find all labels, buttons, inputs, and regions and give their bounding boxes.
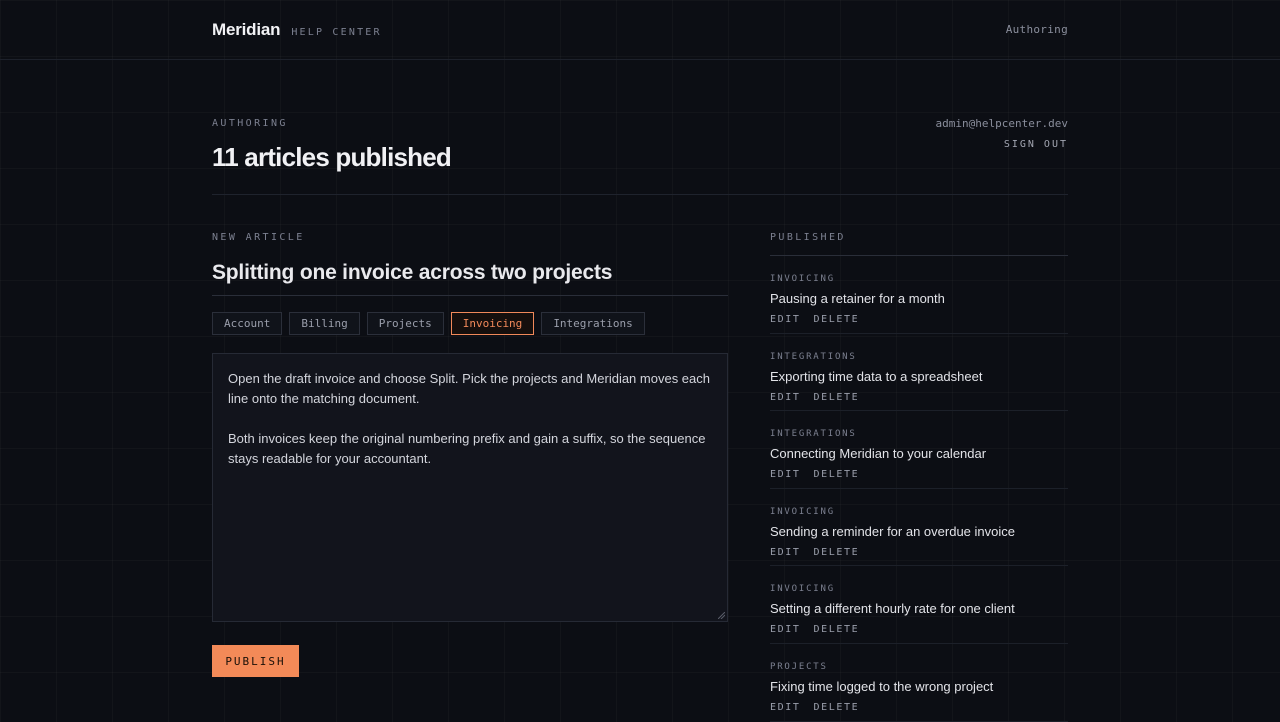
- body-paragraph: Both invoices keep the original numberin…: [228, 431, 706, 466]
- article-actions: EDIT DELETE: [770, 392, 1068, 403]
- article-category: INVOICING: [770, 506, 835, 517]
- list-item: PROJECTS Fixing time logged to the wrong…: [770, 644, 1068, 722]
- article-category: INVOICING: [770, 274, 835, 284]
- published-eyebrow: PUBLISHED: [770, 232, 846, 243]
- article-actions: EDIT DELETE: [770, 702, 1068, 713]
- resize-handle-icon[interactable]: [718, 612, 725, 619]
- published-list: INVOICING Pausing a retainer for a month…: [770, 256, 1068, 722]
- edit-button[interactable]: EDIT: [770, 314, 800, 325]
- brand-logo[interactable]: Meridian: [212, 20, 281, 40]
- article-actions: EDIT DELETE: [770, 469, 1068, 480]
- category-billing[interactable]: Billing: [289, 312, 360, 335]
- article-title[interactable]: Connecting Meridian to your calendar: [770, 446, 1068, 464]
- article-category: INVOICING: [770, 584, 835, 595]
- category-selector: Account Billing Projects Invoicing Integ…: [212, 312, 645, 335]
- article-title[interactable]: Pausing a retainer for a month: [770, 291, 1068, 309]
- article-title-input[interactable]: Splitting one invoice across two project…: [212, 258, 728, 296]
- edit-button[interactable]: EDIT: [770, 547, 800, 558]
- page-eyebrow: AUTHORING: [212, 118, 288, 129]
- list-item: INVOICING Setting a different hourly rat…: [770, 566, 1068, 644]
- category-integrations[interactable]: Integrations: [541, 312, 645, 335]
- article-category: INTEGRATIONS: [770, 429, 857, 440]
- article-category: PROJECTS: [770, 661, 828, 672]
- edit-button[interactable]: EDIT: [770, 702, 800, 713]
- delete-button[interactable]: DELETE: [813, 469, 859, 480]
- top-bar: Meridian HELP CENTER Authoring: [0, 0, 1280, 60]
- delete-button[interactable]: DELETE: [813, 624, 859, 635]
- edit-button[interactable]: EDIT: [770, 624, 800, 635]
- article-actions: EDIT DELETE: [770, 547, 1068, 558]
- article-actions: EDIT DELETE: [770, 314, 1068, 325]
- sign-out-link[interactable]: SIGN OUT: [1004, 139, 1068, 150]
- delete-button[interactable]: DELETE: [813, 392, 859, 403]
- article-title[interactable]: Fixing time logged to the wrong project: [770, 679, 1068, 697]
- article-title[interactable]: Setting a different hourly rate for one …: [770, 601, 1068, 619]
- page-title: 11 articles published: [212, 142, 452, 172]
- new-article-eyebrow: NEW ARTICLE: [212, 232, 305, 243]
- edit-button[interactable]: EDIT: [770, 392, 800, 403]
- brand[interactable]: Meridian HELP CENTER: [212, 20, 382, 40]
- category-account[interactable]: Account: [212, 312, 283, 335]
- brand-subtitle: HELP CENTER: [291, 27, 382, 38]
- edit-button[interactable]: EDIT: [770, 469, 800, 480]
- list-item: INVOICING Sending a reminder for an over…: [770, 489, 1068, 567]
- article-actions: EDIT DELETE: [770, 624, 1068, 635]
- article-category: INTEGRATIONS: [770, 351, 857, 362]
- article-title[interactable]: Sending a reminder for an overdue invoic…: [770, 524, 1068, 542]
- delete-button[interactable]: DELETE: [813, 702, 859, 713]
- category-invoicing[interactable]: Invoicing: [450, 312, 535, 335]
- category-projects[interactable]: Projects: [366, 312, 444, 335]
- article-title[interactable]: Exporting time data to a spreadsheet: [770, 369, 1068, 387]
- list-item: INTEGRATIONS Exporting time data to a sp…: [770, 334, 1068, 412]
- article-body-editor[interactable]: Open the draft invoice and choose Split.…: [212, 353, 728, 622]
- account-email: admin@helpcenter.dev: [935, 117, 1068, 130]
- list-item: INTEGRATIONS Connecting Meridian to your…: [770, 411, 1068, 489]
- delete-button[interactable]: DELETE: [813, 314, 859, 325]
- header-divider: [212, 194, 1068, 195]
- publish-button[interactable]: PUBLISH: [212, 645, 299, 677]
- list-item: INVOICING Pausing a retainer for a month…: [770, 256, 1068, 334]
- nav-authoring-link[interactable]: Authoring: [1006, 23, 1068, 36]
- delete-button[interactable]: DELETE: [813, 547, 859, 558]
- body-paragraph: Open the draft invoice and choose Split.…: [228, 371, 710, 406]
